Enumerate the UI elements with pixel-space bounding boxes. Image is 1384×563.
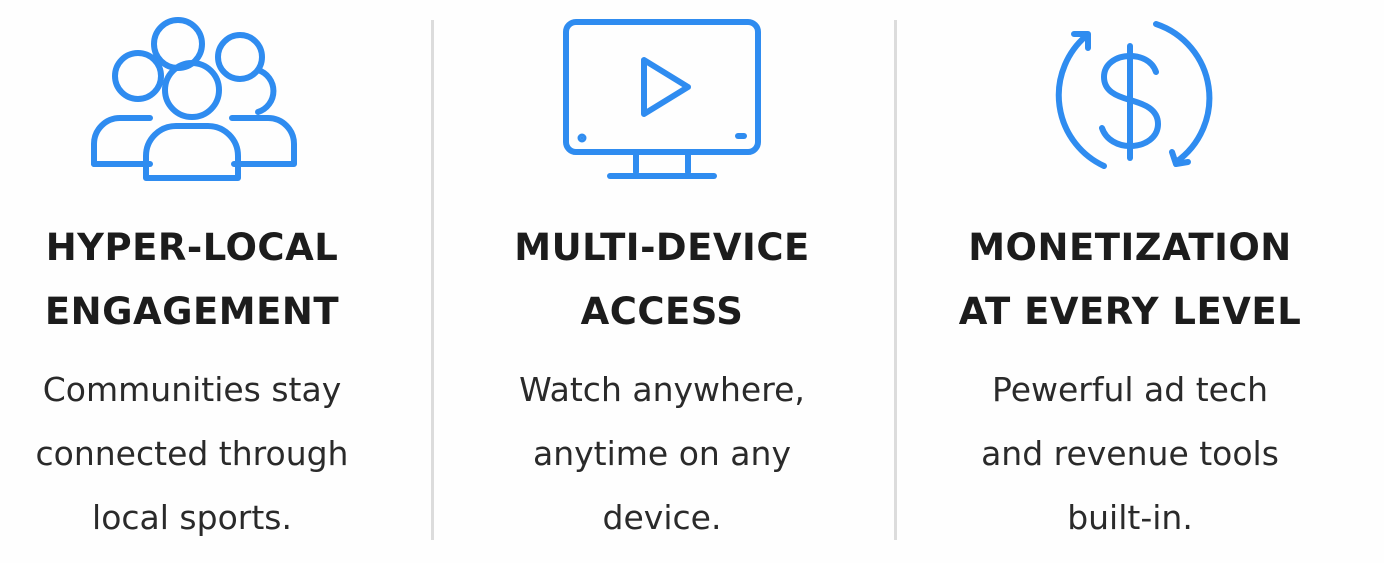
feature-description-line: Pewerful ad tech <box>991 370 1269 409</box>
feature-title: HYPER-LOCAL ENGAGEMENT <box>0 216 402 344</box>
column-divider <box>431 20 434 540</box>
feature-description: Communities stay connected through local… <box>0 358 402 550</box>
community-group-icon <box>72 12 312 188</box>
feature-description-line: Watch anywhere, <box>519 370 805 409</box>
dollar-cycle-icon <box>1010 12 1250 188</box>
feature-title-line: ENGAGEMENT <box>44 290 340 333</box>
feature-description-line: connected through <box>35 434 349 473</box>
features-section: HYPER-LOCAL ENGAGEMENT Communities stay … <box>0 0 1384 563</box>
feature-multi-device-access: MULTI-DEVICE ACCESS Watch anywhere, anyt… <box>452 0 872 563</box>
feature-description: Watch anywhere, anytime on any device. <box>452 358 872 550</box>
feature-title-line: AT EVERY LEVEL <box>958 290 1302 333</box>
feature-description-line: built-in. <box>1067 498 1193 537</box>
feature-title-line: HYPER-LOCAL <box>45 226 339 269</box>
column-divider <box>894 20 897 540</box>
feature-description: Pewerful ad tech and revenue tools built… <box>920 358 1340 550</box>
feature-title-line: ACCESS <box>580 290 744 333</box>
feature-title: MULTI-DEVICE ACCESS <box>452 216 872 344</box>
feature-monetization-at-every-level: MONETIZATION AT EVERY LEVEL Pewerful ad … <box>920 0 1340 563</box>
feature-description-line: device. <box>602 498 722 537</box>
feature-description-line: and revenue tools <box>981 434 1279 473</box>
feature-title-line: MONETIZATION <box>968 226 1292 269</box>
feature-description-line: Communities stay <box>42 370 342 409</box>
feature-hyper-local-engagement: HYPER-LOCAL ENGAGEMENT Communities stay … <box>0 0 402 563</box>
feature-description-line: anytime on any <box>533 434 791 473</box>
feature-description-line: local sports. <box>92 498 292 537</box>
feature-title: MONETIZATION AT EVERY LEVEL <box>920 216 1340 344</box>
feature-title-line: MULTI-DEVICE <box>514 226 810 269</box>
monitor-play-icon <box>542 12 782 188</box>
